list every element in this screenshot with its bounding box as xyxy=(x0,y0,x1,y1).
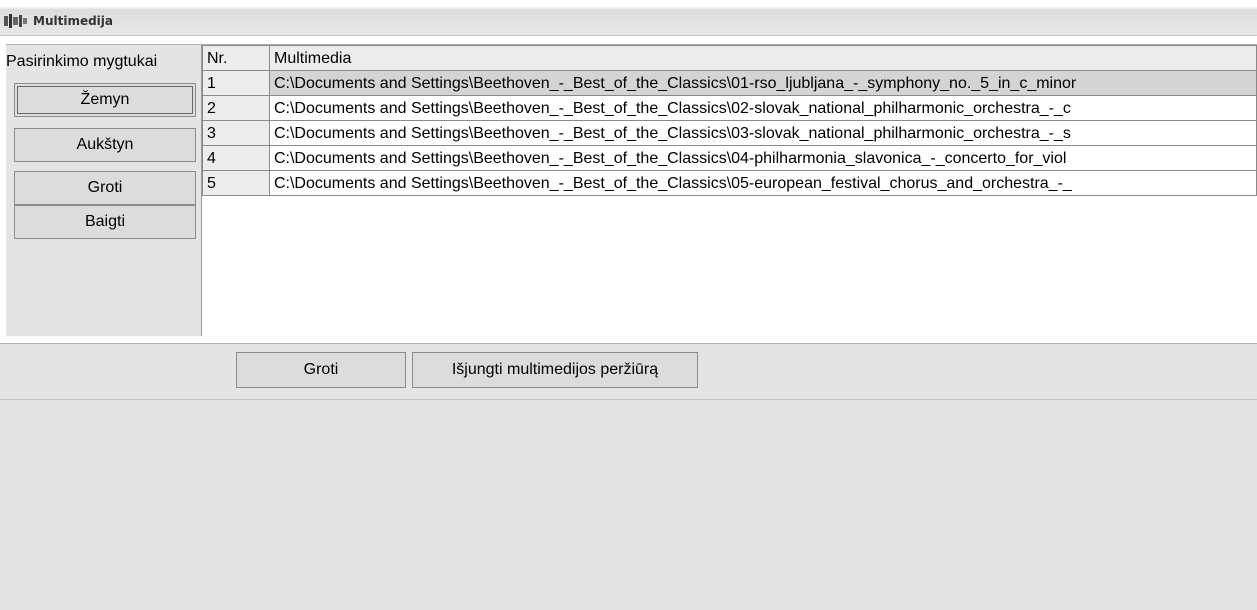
move-up-button[interactable]: Aukštyn xyxy=(14,128,196,162)
row-number: 4 xyxy=(202,145,270,171)
row-number: 3 xyxy=(202,120,270,146)
row-path[interactable]: C:\Documents and Settings\Beethoven_-_Be… xyxy=(268,170,1257,196)
row-number: 1 xyxy=(202,70,270,96)
finish-button[interactable]: Baigti xyxy=(14,205,196,239)
row-path[interactable]: C:\Documents and Settings\Beethoven_-_Be… xyxy=(268,70,1257,96)
footer-play-button[interactable]: Groti xyxy=(236,352,406,388)
play-button[interactable]: Groti xyxy=(14,171,196,205)
selection-buttons-panel: Pasirinkimo mygtukai Žemyn Aukštyn Groti… xyxy=(6,44,202,336)
panel-label: Pasirinkimo mygtukai xyxy=(6,53,158,70)
panel-separator xyxy=(0,336,1257,344)
table-row[interactable]: 4 C:\Documents and Settings\Beethoven_-_… xyxy=(202,145,1257,171)
close-preview-button[interactable]: Išjungti multimedijos peržiūrą xyxy=(412,352,698,388)
playlist-table: Nr. Multimedia 1 C:\Documents and Settin… xyxy=(202,45,1257,196)
playlist-table-container[interactable]: Nr. Multimedia 1 C:\Documents and Settin… xyxy=(202,44,1257,336)
row-path[interactable]: C:\Documents and Settings\Beethoven_-_Be… xyxy=(268,145,1257,171)
window-title: Multimedija xyxy=(33,14,114,28)
table-row[interactable]: 5 C:\Documents and Settings\Beethoven_-_… xyxy=(202,170,1257,196)
move-down-button[interactable]: Žemyn xyxy=(14,83,196,117)
header-nr[interactable]: Nr. xyxy=(202,45,270,71)
row-path[interactable]: C:\Documents and Settings\Beethoven_-_Be… xyxy=(268,95,1257,121)
title-bar: Multimedija xyxy=(0,0,1257,36)
table-row[interactable]: 3 C:\Documents and Settings\Beethoven_-_… xyxy=(202,120,1257,146)
app-icon xyxy=(4,14,27,28)
table-row[interactable]: 1 C:\Documents and Settings\Beethoven_-_… xyxy=(202,70,1257,96)
divider xyxy=(0,399,1257,400)
row-path[interactable]: C:\Documents and Settings\Beethoven_-_Be… xyxy=(268,120,1257,146)
table-header-row: Nr. Multimedia xyxy=(202,45,1257,71)
row-number: 5 xyxy=(202,170,270,196)
table-row[interactable]: 2 C:\Documents and Settings\Beethoven_-_… xyxy=(202,95,1257,121)
header-multimedia[interactable]: Multimedia xyxy=(268,45,1257,71)
row-number: 2 xyxy=(202,95,270,121)
